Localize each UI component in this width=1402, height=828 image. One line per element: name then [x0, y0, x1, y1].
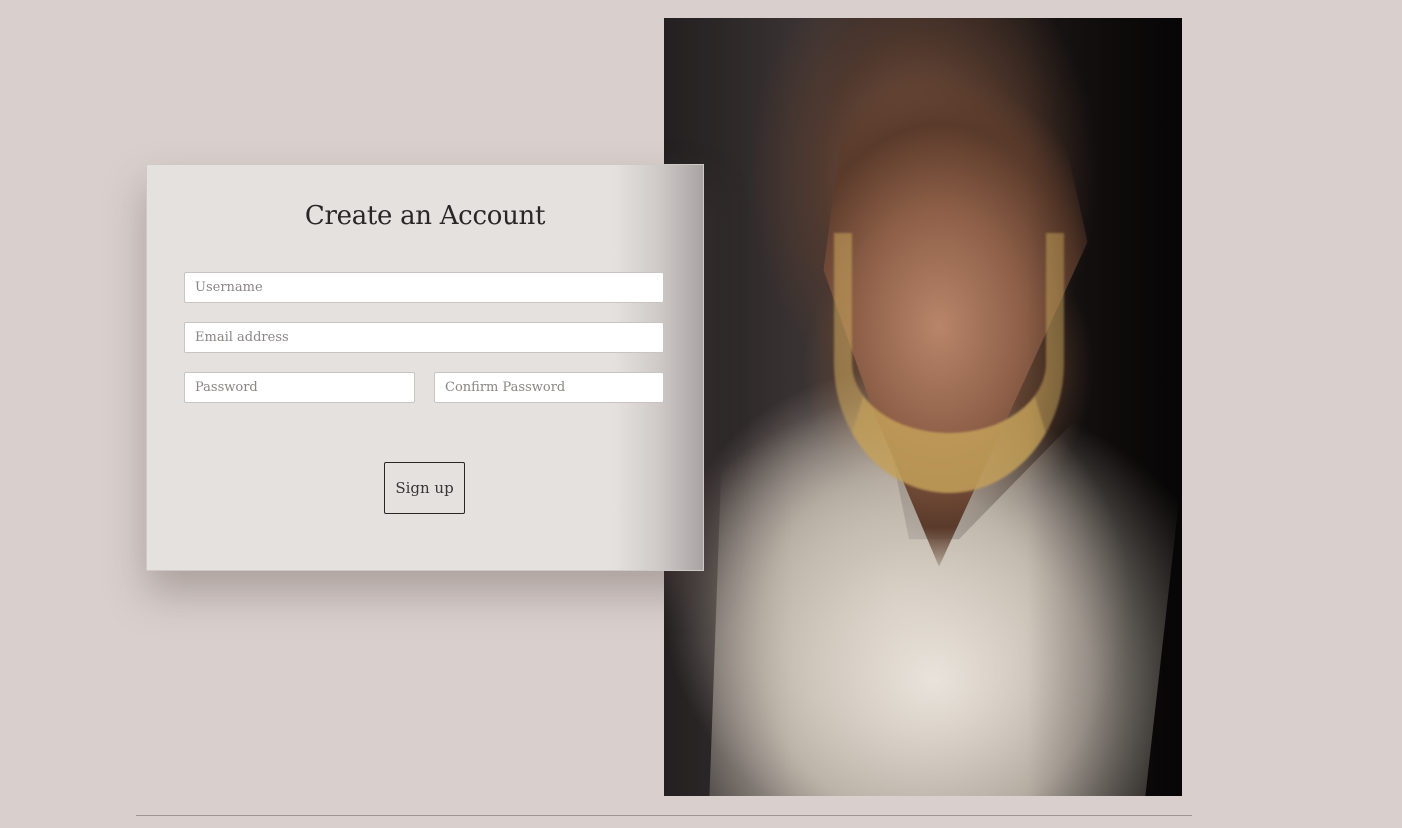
- photo-shade: [664, 18, 1182, 796]
- username-input[interactable]: [184, 272, 664, 303]
- signup-button[interactable]: Sign up: [384, 462, 465, 514]
- password-input[interactable]: [184, 372, 415, 403]
- confirm-password-input[interactable]: [434, 372, 664, 403]
- form-title: Create an Account: [304, 201, 546, 231]
- signup-page: Create an Account Sign up: [0, 0, 1402, 828]
- footer-divider: [136, 815, 1192, 816]
- signup-card: Create an Account Sign up: [146, 164, 704, 571]
- email-input[interactable]: [184, 322, 664, 353]
- model-necklace-photo: [664, 18, 1182, 796]
